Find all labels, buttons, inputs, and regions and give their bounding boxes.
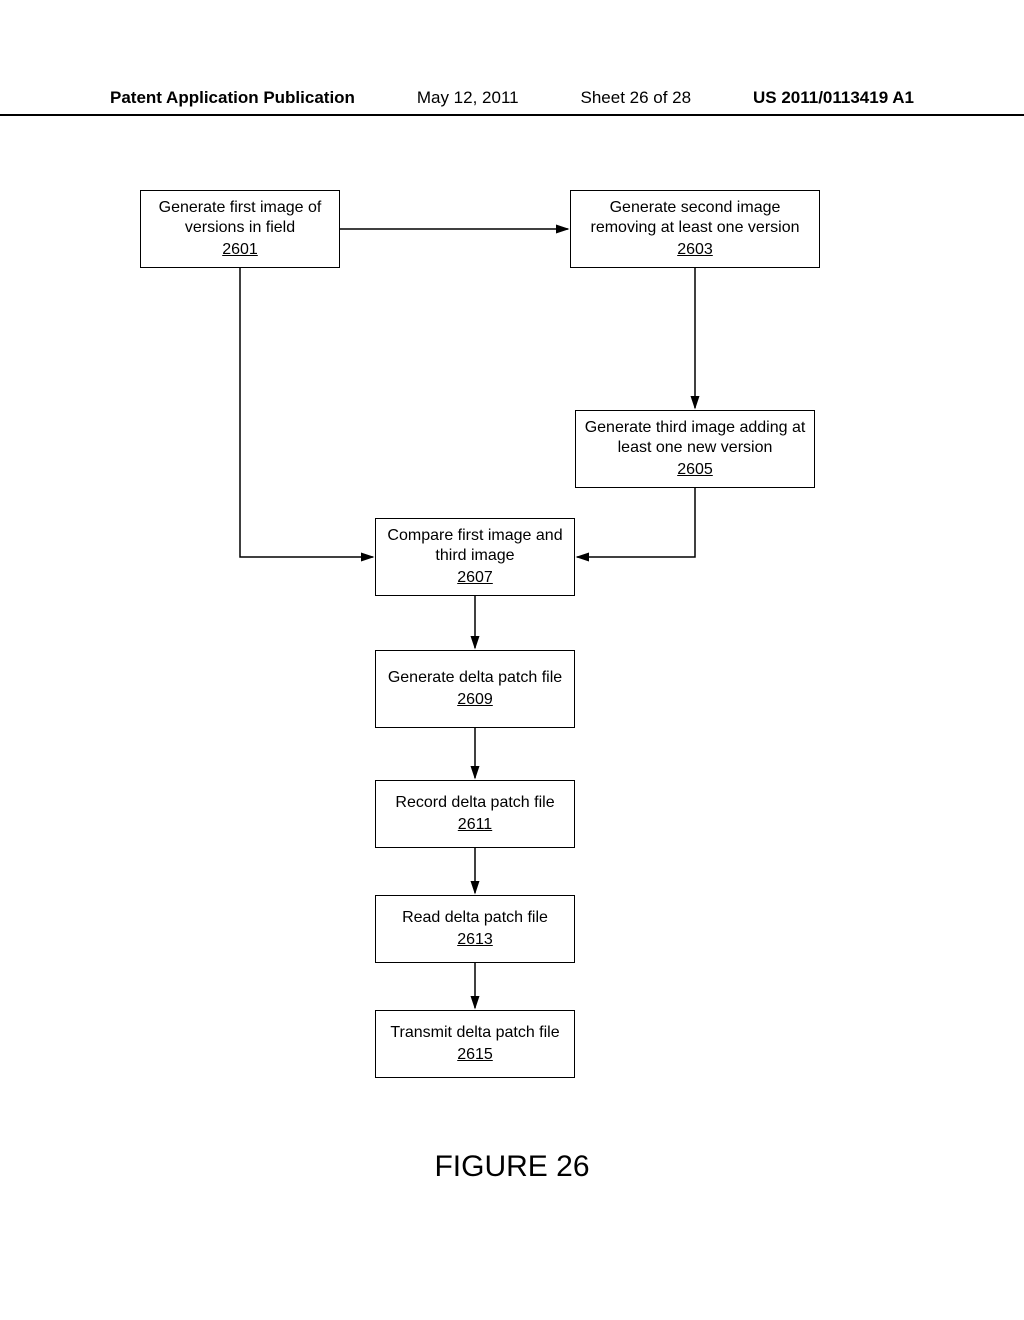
flow-box-text: Transmit delta patch file xyxy=(390,1023,559,1043)
figure-label: FIGURE 26 xyxy=(0,1150,1024,1184)
flow-box-2605: Generate third image adding at least one… xyxy=(575,410,815,488)
flow-box-2613: Read delta patch file 2613 xyxy=(375,895,575,963)
flow-box-2611: Record delta patch file 2611 xyxy=(375,780,575,848)
flow-box-2607: Compare first image and third image 2607 xyxy=(375,518,575,596)
flow-box-2601: Generate first image of versions in fiel… xyxy=(140,190,340,268)
publication-label: Patent Application Publication xyxy=(110,88,355,108)
flow-box-ref: 2615 xyxy=(457,1045,493,1065)
flow-box-text: Read delta patch file xyxy=(402,908,548,928)
flow-box-ref: 2603 xyxy=(677,240,713,260)
flow-box-ref: 2605 xyxy=(677,460,713,480)
publication-date: May 12, 2011 xyxy=(417,88,519,108)
flow-box-text: Generate third image adding at least one… xyxy=(584,418,806,458)
flow-box-2609: Generate delta patch file 2609 xyxy=(375,650,575,728)
flow-box-text: Generate delta patch file xyxy=(388,668,562,688)
flow-box-2615: Transmit delta patch file 2615 xyxy=(375,1010,575,1078)
flow-box-text: Record delta patch file xyxy=(395,793,554,813)
publication-number: US 2011/0113419 A1 xyxy=(753,88,914,108)
flowchart-diagram: Generate first image of versions in fiel… xyxy=(0,160,1024,1200)
sheet-number: Sheet 26 of 28 xyxy=(581,88,692,108)
flow-box-ref: 2601 xyxy=(222,240,258,260)
flow-box-ref: 2611 xyxy=(458,815,492,835)
flow-box-ref: 2609 xyxy=(457,690,493,710)
page-header: Patent Application Publication May 12, 2… xyxy=(0,88,1024,116)
flow-box-ref: 2607 xyxy=(457,568,493,588)
flow-box-2603: Generate second image removing at least … xyxy=(570,190,820,268)
flow-box-ref: 2613 xyxy=(457,930,493,950)
flow-box-text: Generate second image removing at least … xyxy=(579,198,811,238)
flow-box-text: Generate first image of versions in fiel… xyxy=(149,198,331,238)
flow-box-text: Compare first image and third image xyxy=(384,526,566,566)
